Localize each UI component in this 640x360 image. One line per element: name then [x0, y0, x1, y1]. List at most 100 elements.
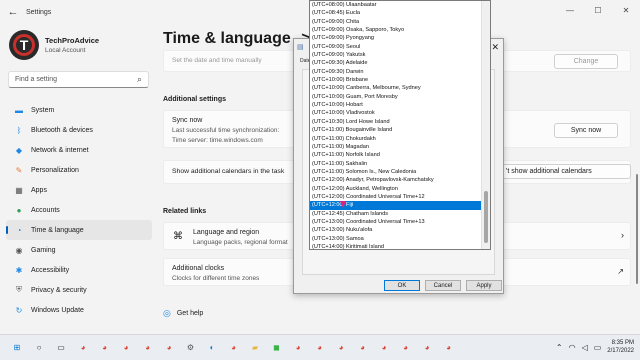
gear-icon[interactable]: ⚙: [184, 340, 198, 354]
search-input[interactable]: Find a setting ⌕: [8, 71, 149, 88]
start-icon[interactable]: ⊞: [10, 340, 24, 354]
edge-icon[interactable]: ◐: [205, 340, 219, 354]
camtasia-icon[interactable]: ◼: [270, 340, 284, 354]
minimize-icon[interactable]: —: [556, 0, 584, 20]
user-profile[interactable]: T TechProAdvice Local Account: [9, 30, 99, 60]
time-zone-option[interactable]: (UTC+14:00) Kiritimati Island: [310, 243, 481, 249]
chrome-icon[interactable]: ◕: [162, 340, 176, 354]
time-zone-option[interactable]: (UTC+09:00) Yakutsk: [310, 51, 481, 59]
cancel-button[interactable]: Cancel: [425, 280, 461, 291]
time-zone-option[interactable]: (UTC+08:00) Ulaanbaatar: [310, 1, 481, 9]
time-zone-option[interactable]: (UTC+13:00) Samoa: [310, 235, 481, 243]
sidebar-item[interactable]: ◔ Time & language: [6, 220, 152, 240]
time-zone-option[interactable]: (UTC+09:00) Osaka, Sapporo, Tokyo: [310, 26, 481, 34]
sidebar-item[interactable]: ◆ Network & internet: [6, 140, 152, 160]
chrome-icon[interactable]: ◕: [420, 340, 434, 354]
time-zone-option[interactable]: (UTC+11:00) Norfolk Island: [310, 151, 481, 159]
time-zone-option[interactable]: (UTC+09:00) Seoul: [310, 43, 481, 51]
chrome-icon[interactable]: ◕: [76, 340, 90, 354]
time-zone-scrollbar[interactable]: [481, 1, 490, 249]
time-zone-option[interactable]: (UTC+09:00) Chita: [310, 18, 481, 26]
time-zone-option[interactable]: (UTC+13:00) Coordinated Universal Time+1…: [310, 218, 481, 226]
time-zone-option[interactable]: (UTC+11:00) Magadan: [310, 143, 481, 151]
chrome-icon[interactable]: ◕: [442, 340, 456, 354]
time-zone-option[interactable]: (UTC+10:00) Brisbane: [310, 76, 481, 84]
chevron-up-icon[interactable]: ⌃: [556, 343, 563, 352]
time-zone-option[interactable]: (UTC+12:00) Auckland, Wellington: [310, 185, 481, 193]
close-icon[interactable]: ✕: [612, 0, 640, 20]
chrome-icon[interactable]: ◕: [119, 340, 133, 354]
time-zone-option[interactable]: (UTC+08:45) Eucla: [310, 9, 481, 17]
sidebar-item-label: Bluetooth & devices: [31, 126, 93, 134]
sidebar-item[interactable]: ⛨ Privacy & security: [6, 280, 152, 300]
sidebar-item-label: Network & internet: [31, 146, 89, 154]
chrome-icon[interactable]: ◕: [141, 340, 155, 354]
breadcrumb-parent[interactable]: Time & language: [163, 30, 291, 47]
time-zone-option[interactable]: (UTC+12:00) Fiji: [310, 201, 481, 210]
sidebar-item-label: Accounts: [31, 206, 60, 214]
time-zone-option[interactable]: (UTC+12:45) Chatham Islands: [310, 210, 481, 218]
time-zone-option[interactable]: (UTC+11:00) Solomon Is., New Caledonia: [310, 168, 481, 176]
sidebar-item[interactable]: ✱ Accessibility: [6, 260, 152, 280]
time-zone-option[interactable]: (UTC+11:00) Sakhalin: [310, 160, 481, 168]
sidebar-item[interactable]: ▬ System: [6, 100, 152, 120]
sidebar-item[interactable]: ᛒ Bluetooth & devices: [6, 120, 152, 140]
chrome-icon[interactable]: ◕: [334, 340, 348, 354]
sidebar-item[interactable]: ◉ Gaming: [6, 240, 152, 260]
chrome-icon[interactable]: ◕: [399, 340, 413, 354]
calendars-dropdown[interactable]: 't show additional calendars: [501, 164, 631, 179]
battery-icon[interactable]: ▭: [594, 343, 602, 352]
ok-button[interactable]: OK: [384, 280, 420, 291]
volume-icon[interactable]: ◁: [582, 343, 588, 352]
brush-icon: ✎: [15, 165, 23, 175]
sidebar-item[interactable]: ↻ Windows Update: [6, 300, 152, 320]
time-zone-option[interactable]: (UTC+11:00) Chokurdakh: [310, 135, 481, 143]
wifi-icon: ◆: [15, 145, 23, 155]
calendars-value: 't show additional calendars: [506, 168, 592, 175]
sidebar-item[interactable]: ✎ Personalization: [6, 160, 152, 180]
time-zone-option[interactable]: (UTC+09:30) Darwin: [310, 68, 481, 76]
time-zone-option[interactable]: (UTC+12:00) Anadyr, Petropavlovsk-Kamcha…: [310, 176, 481, 184]
search-icon: ⌕: [136, 74, 142, 84]
time-zone-option[interactable]: (UTC+10:00) Vladivostok: [310, 109, 481, 117]
chrome-icon[interactable]: ◕: [377, 340, 391, 354]
change-button[interactable]: Change: [554, 54, 618, 69]
shield-icon: ⛨: [16, 285, 22, 294]
chrome-icon[interactable]: ◕: [227, 340, 241, 354]
sidebar-item-label: Apps: [31, 186, 47, 194]
time-zone-option[interactable]: (UTC+09:00) Pyongyang: [310, 34, 481, 42]
sidebar-item[interactable]: ▦ Apps: [6, 180, 152, 200]
time-zone-option[interactable]: (UTC+10:00) Hobart: [310, 101, 481, 109]
time-zone-option[interactable]: (UTC+12:00) Coordinated Universal Time+1…: [310, 193, 481, 201]
time-zone-option[interactable]: (UTC+10:00) Canberra, Melbourne, Sydney: [310, 84, 481, 92]
time-zone-option[interactable]: (UTC+10:00) Guam, Port Moresby: [310, 93, 481, 101]
dialog-close-icon[interactable]: ✕: [491, 42, 499, 53]
wifi-icon[interactable]: ◠: [569, 343, 576, 352]
task-view-icon[interactable]: ▭: [54, 340, 68, 354]
maximize-icon[interactable]: ☐: [584, 0, 612, 20]
bluetooth-icon: ᛒ: [16, 125, 22, 135]
clock-time: 8:35 PM: [611, 340, 634, 346]
time-zone-scroll-thumb[interactable]: [484, 191, 488, 243]
chrome-icon[interactable]: ◕: [291, 340, 305, 354]
folder-icon[interactable]: ▰: [248, 340, 262, 354]
taskbar-clock[interactable]: 8:35 PM 2/17/2022: [607, 339, 634, 355]
back-arrow-icon[interactable]: ←: [0, 6, 26, 18]
time-zone-option[interactable]: (UTC+10:30) Lord Howe Island: [310, 118, 481, 126]
main-scrollbar[interactable]: [636, 174, 638, 284]
sync-now-button[interactable]: Sync now: [554, 123, 618, 138]
time-zone-option[interactable]: (UTC+09:30) Adelaide: [310, 59, 481, 67]
chrome-icon[interactable]: ◕: [356, 340, 370, 354]
sync-server: Time server: time.windows.com: [172, 137, 263, 144]
time-zone-list[interactable]: (UTC+08:00) Ulaanbaatar (UTC+08:45) Eucla…: [309, 0, 491, 250]
chrome-icon[interactable]: ◕: [313, 340, 327, 354]
sidebar: T TechProAdvice Local Account Find a set…: [0, 24, 158, 334]
search-icon[interactable]: ○: [32, 340, 46, 354]
time-zone-option[interactable]: (UTC+13:00) Nuku'alofa: [310, 226, 481, 234]
chrome-icon[interactable]: ◕: [98, 340, 112, 354]
time-zone-option[interactable]: (UTC+11:00) Bougainville Island: [310, 126, 481, 134]
taskbar-icons: ⊞ ○ ▭ ◕ ◕ ◕ ◕ ◕ ⚙ ◐ ◕ ▰ ◼ ◕ ◕ ◕ ◕ ◕ ◕ ◕ ◕: [10, 340, 463, 354]
apply-button[interactable]: Apply: [466, 280, 502, 291]
get-help-link[interactable]: ◎ Get help: [163, 308, 203, 319]
sidebar-item[interactable]: ● Accounts: [6, 200, 152, 220]
